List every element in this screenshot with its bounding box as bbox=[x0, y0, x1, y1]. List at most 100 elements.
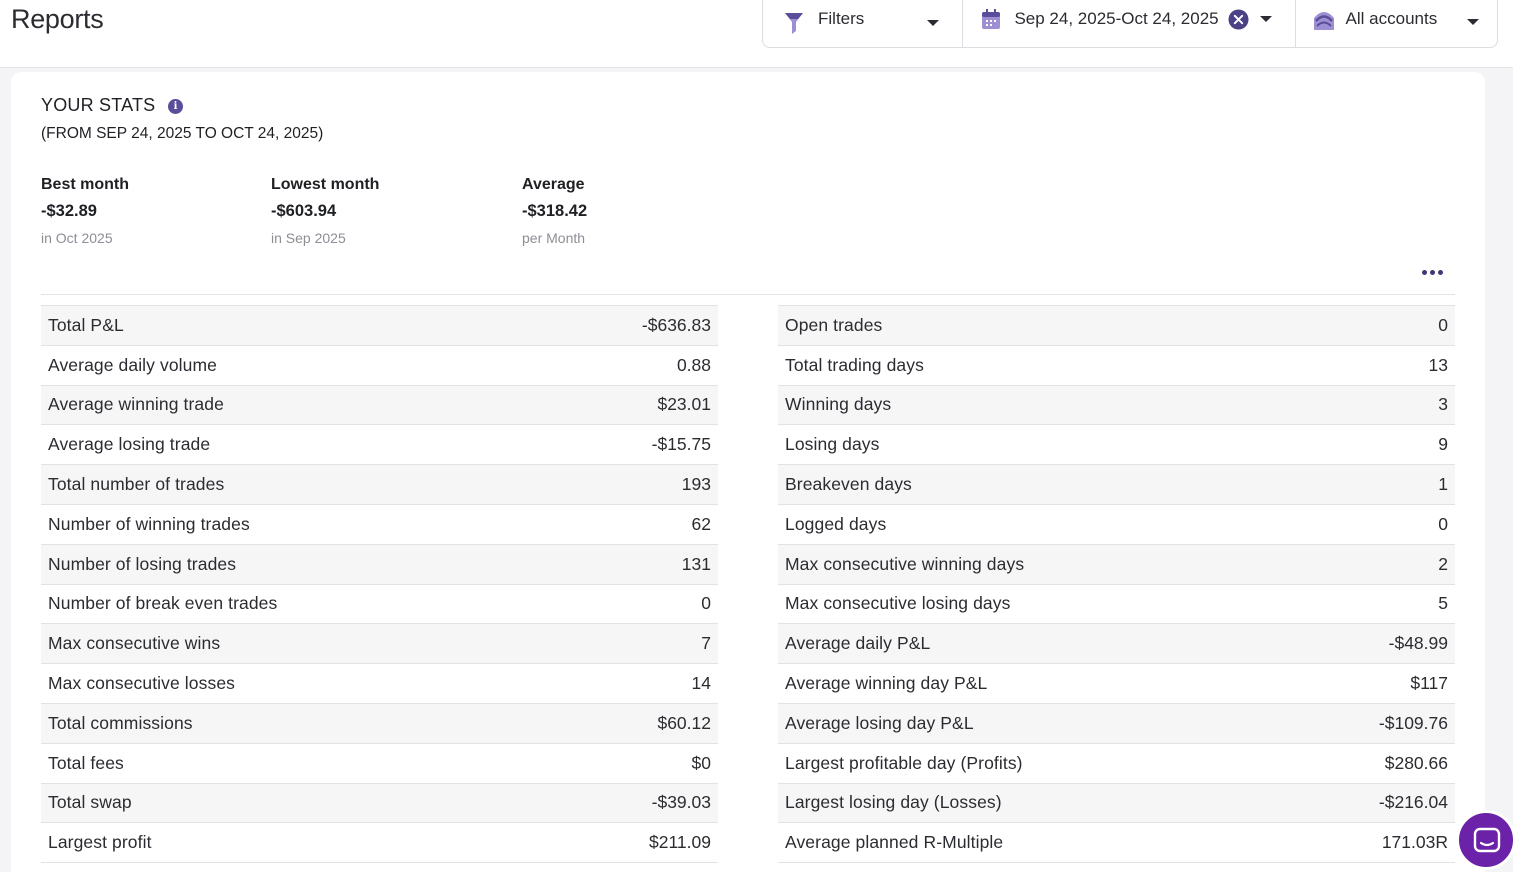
more-dots-icon[interactable] bbox=[1421, 262, 1447, 282]
filter-bar: Filters Sep 24, 2025-Oct 24, 2025 All ac… bbox=[762, 0, 1498, 48]
stats-row: Breakeven days 1 bbox=[778, 465, 1455, 505]
stats-row: Max consecutive winning days 2 bbox=[778, 544, 1455, 585]
stats-row: Largest profitable day (Profits) $280.66 bbox=[778, 743, 1455, 784]
account-stack-icon bbox=[1313, 12, 1334, 30]
stats-row-value: 2 bbox=[1438, 553, 1448, 574]
stats-row-label: Average daily P&L bbox=[785, 633, 931, 654]
stats-row-value: -$15.75 bbox=[651, 434, 711, 455]
stats-row: Average losing day P&L -$109.76 bbox=[778, 703, 1455, 744]
stats-row-label: Open trades bbox=[785, 314, 883, 335]
stats-row-label: Breakeven days bbox=[785, 474, 912, 495]
stats-row-label: Total swap bbox=[48, 792, 132, 813]
chevron-down-icon bbox=[927, 20, 939, 26]
summary-average: Average -$318.42 per Month bbox=[522, 176, 587, 246]
stats-row: Total commissions $60.12 bbox=[41, 703, 718, 744]
chat-launcher-button[interactable] bbox=[1456, 810, 1513, 870]
stats-row-label: Average planned R-Multiple bbox=[785, 832, 1004, 853]
stats-row-label: Average losing day P&L bbox=[785, 712, 974, 733]
stats-row: Total fees $0 bbox=[41, 743, 718, 784]
summary-note: per Month bbox=[522, 230, 586, 246]
stats-row: Largest losing day (Losses) -$216.04 bbox=[778, 783, 1455, 824]
filters-label: Filters bbox=[818, 9, 865, 28]
stats-row-label: Average losing trade bbox=[48, 434, 211, 455]
stats-row: Open trades 0 bbox=[778, 306, 1455, 346]
stats-row-value: 0.88 bbox=[676, 354, 711, 375]
stats-row-value: -$109.76 bbox=[1378, 712, 1448, 733]
summary-label: Lowest month bbox=[271, 176, 380, 193]
top-bar: Reports Filters Sep 24, 2025-Oct 24, 202… bbox=[0, 0, 1513, 68]
stats-row: Total swap -$39.03 bbox=[41, 783, 718, 824]
stats-row-value: $211.09 bbox=[649, 832, 711, 853]
stats-row-value: -$636.83 bbox=[641, 314, 711, 335]
stats-row-value: 0 bbox=[1438, 513, 1448, 534]
stats-row: Logged days 0 bbox=[778, 504, 1455, 545]
summary-label: Best month bbox=[41, 176, 129, 193]
summary-note: in Sep 2025 bbox=[271, 230, 346, 246]
stats-row-value: $280.66 bbox=[1384, 752, 1448, 773]
stats-row: Losing days 9 bbox=[778, 425, 1455, 466]
stats-row-label: Total commissions bbox=[48, 712, 193, 733]
stats-row-label: Max consecutive losses bbox=[48, 673, 236, 694]
stats-date-range: (FROM SEP 24, 2025 TO OCT 24, 2025) bbox=[41, 125, 324, 142]
accounts-label: All accounts bbox=[1345, 9, 1438, 28]
stats-row-label: Number of winning trades bbox=[48, 513, 250, 534]
chevron-down-icon bbox=[1260, 16, 1273, 22]
stats-row-value: 62 bbox=[691, 513, 711, 534]
stats-row-value: 13 bbox=[1428, 354, 1448, 375]
stats-row: Average planned R-Multiple 171.03R bbox=[778, 823, 1455, 864]
stats-row: Average daily P&L -$48.99 bbox=[778, 624, 1455, 665]
stats-row-value: 0 bbox=[701, 593, 711, 614]
summary-best-month: Best month -$32.89 in Oct 2025 bbox=[41, 176, 129, 246]
stats-row-label: Logged days bbox=[785, 513, 887, 534]
stats-row: Total P&L -$636.83 bbox=[41, 306, 718, 346]
stats-row-label: Average winning trade bbox=[48, 394, 224, 415]
stats-row-value: 1 bbox=[1438, 474, 1448, 495]
accounts-dropdown[interactable]: All accounts bbox=[1296, 0, 1497, 47]
stats-table-right: Open trades 0 Total trading days 13 Winning … bbox=[778, 305, 1455, 864]
stats-row-label: Number of break even trades bbox=[48, 593, 278, 614]
stats-row-label: Total P&L bbox=[48, 314, 124, 335]
calendar-icon bbox=[982, 9, 1001, 29]
filters-dropdown[interactable]: Filters bbox=[763, 0, 964, 47]
stats-row: Average daily volume 0.88 bbox=[41, 345, 718, 386]
stats-row-label: Average winning day P&L bbox=[785, 673, 988, 694]
stats-row-value: $60.12 bbox=[657, 712, 711, 733]
stats-row-value: $117 bbox=[1410, 673, 1448, 694]
clear-circle-icon[interactable] bbox=[1228, 9, 1249, 30]
stats-row-value: -$48.99 bbox=[1388, 633, 1448, 654]
funnel-icon bbox=[785, 13, 803, 34]
stats-row: Average winning day P&L $117 bbox=[778, 664, 1455, 704]
stats-row-value: -$216.04 bbox=[1378, 792, 1448, 813]
stats-row: Average winning trade $23.01 bbox=[41, 385, 718, 426]
stats-row-label: Max consecutive losing days bbox=[785, 593, 1011, 614]
summary-value: -$32.89 bbox=[41, 202, 97, 220]
summary-label: Average bbox=[522, 176, 585, 193]
stats-row-value: -$39.03 bbox=[651, 792, 711, 813]
stats-title: YOUR STATS bbox=[41, 95, 156, 115]
stats-row: Winning days 3 bbox=[778, 385, 1455, 426]
stats-row: Total trading days 13 bbox=[778, 345, 1455, 386]
stats-row: Max consecutive wins 7 bbox=[41, 624, 718, 665]
chat-icon bbox=[1473, 827, 1501, 853]
stats-row: Number of losing trades 131 bbox=[41, 544, 718, 585]
stats-row: Max consecutive losses 14 bbox=[41, 664, 718, 704]
stats-row-label: Average daily volume bbox=[48, 354, 217, 375]
stats-row: Largest profit $211.09 bbox=[41, 823, 718, 864]
summary-note: in Oct 2025 bbox=[41, 230, 113, 246]
stats-row: Max consecutive losing days 5 bbox=[778, 584, 1455, 625]
date-range-picker[interactable]: Sep 24, 2025-Oct 24, 2025 bbox=[963, 0, 1296, 47]
stats-row-label: Largest losing day (Losses) bbox=[785, 792, 1002, 813]
stats-row-label: Largest profit bbox=[48, 832, 152, 853]
stats-row: Total number of trades 193 bbox=[41, 465, 718, 505]
stats-card: YOUR STATS i (FROM SEP 24, 2025 TO OCT 2… bbox=[11, 72, 1485, 872]
summary-value: -$603.94 bbox=[271, 202, 337, 220]
stats-row-value: $0 bbox=[691, 752, 711, 773]
stats-row-label: Max consecutive winning days bbox=[785, 553, 1025, 574]
info-icon[interactable]: i bbox=[168, 99, 183, 114]
stats-row-value: 9 bbox=[1438, 434, 1448, 455]
date-range-label: Sep 24, 2025-Oct 24, 2025 bbox=[1014, 9, 1219, 28]
stats-row-label: Losing days bbox=[785, 434, 880, 455]
stats-row-value: 193 bbox=[681, 474, 711, 495]
stats-row-value: $23.01 bbox=[657, 394, 711, 415]
stats-row-value: 171.03R bbox=[1381, 832, 1448, 853]
